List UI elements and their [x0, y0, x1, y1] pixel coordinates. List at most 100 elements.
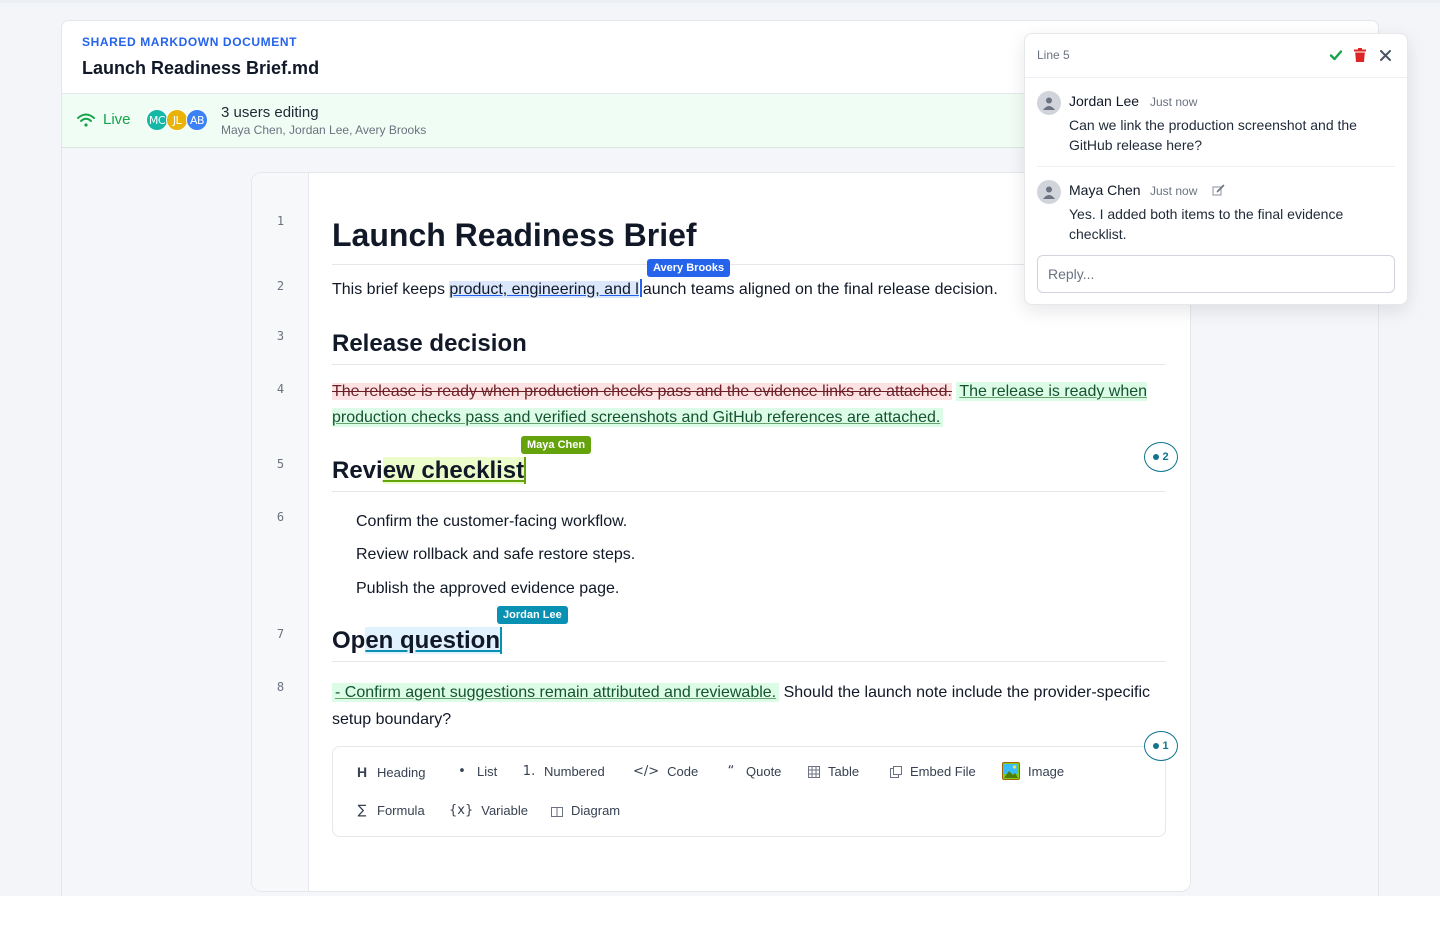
intro-text-before: This brief keeps [332, 281, 450, 298]
tool-label: Heading [377, 764, 426, 780]
code-button[interactable]: </> Code [633, 764, 698, 779]
quote-button[interactable]: “ Quote [724, 764, 782, 779]
numbered-list-button[interactable]: 1. Numbered [522, 764, 605, 779]
comment-text: Can we link the production screenshot an… [1069, 117, 1357, 153]
tool-label: Variable [481, 803, 528, 818]
heading-icon: H [356, 764, 368, 780]
variable-icon: {x} [449, 803, 474, 818]
bullet-icon: • [458, 764, 466, 779]
comment-thread-indicator[interactable]: 1 [1144, 731, 1178, 761]
cursor-label-jordan: Jordan Lee [497, 606, 568, 624]
avatar[interactable]: AB [186, 109, 208, 131]
wifi-icon [77, 113, 95, 127]
tool-label: Table [828, 764, 860, 779]
list-button[interactable]: • List [455, 764, 497, 779]
resolve-button[interactable] [1327, 46, 1345, 64]
tracked-change-paragraph[interactable]: The release is ready when production che… [332, 379, 1166, 431]
cursor-label-maya: Maya Chen [521, 436, 592, 454]
list-item[interactable]: Review rollback and safe restore steps. [356, 546, 635, 564]
heading-release-decision[interactable]: Release decision [332, 330, 1166, 365]
tool-label: List [477, 764, 498, 779]
collaborator-highlight: ew checklist [382, 457, 527, 484]
tool-label: Formula [377, 803, 425, 818]
trash-icon [1354, 48, 1366, 62]
table-icon [808, 765, 820, 778]
line-number: 6 [276, 510, 285, 524]
heading-text: Revi [332, 457, 383, 484]
document-title: Launch Readiness Brief.md [82, 58, 320, 78]
comment-item: Jordan Lee Just now Can we link the prod… [1037, 91, 1395, 153]
open-question-paragraph[interactable]: - Confirm agent suggestions remain attri… [332, 679, 1166, 733]
live-status: Live [77, 111, 131, 128]
collaborator-caret [639, 279, 642, 297]
comment-divider [1037, 166, 1395, 167]
tool-label: Code [667, 764, 699, 779]
check-icon [1329, 50, 1343, 61]
line-number: 1 [276, 214, 285, 228]
comment-count: 1 [1162, 740, 1169, 752]
comment-dot [1153, 454, 1160, 460]
close-button[interactable] [1376, 46, 1394, 64]
comment-time: Just now [1150, 184, 1198, 198]
formula-button[interactable]: ∑ Formula [355, 803, 425, 818]
document-kicker: SHARED MARKDOWN DOCUMENT [82, 35, 298, 49]
comment-dot [1153, 743, 1160, 749]
comment-count: 2 [1162, 451, 1169, 463]
formula-icon: ∑ [357, 803, 367, 818]
variable-button[interactable]: {x} Variable [449, 803, 528, 818]
tool-label: Image [1028, 763, 1065, 779]
line-number-gutter: 1 2 3 4 5 6 7 8 [252, 173, 309, 891]
comment-line-label: Line 5 [1037, 48, 1070, 62]
collaborator-selection: product, engineering, and l [449, 281, 639, 298]
comment-author: Maya Chen [1069, 182, 1141, 198]
embed-file-button[interactable]: Embed File [890, 764, 976, 779]
editing-names: Maya Chen, Jordan Lee, Avery Brooks [221, 123, 427, 137]
tool-label: Numbered [544, 764, 605, 779]
line-number: 2 [276, 279, 285, 293]
heading-button[interactable]: H Heading [355, 764, 426, 780]
deleted-text: The release is ready when production che… [332, 383, 952, 400]
list-item[interactable]: Confirm the customer-facing workflow. [356, 513, 627, 531]
user-icon [1037, 91, 1061, 115]
insert-toolbar: H Heading • List 1. Numbered </> Code “ … [332, 746, 1166, 837]
comment-popover: Line 5 Jordan Lee Just now Can we link t… [1024, 33, 1408, 305]
collaborator-highlight: en question [365, 627, 502, 654]
embed-icon [890, 765, 902, 778]
editing-count: 3 users editing [221, 104, 319, 121]
diagram-icon [551, 806, 563, 817]
comment-text: Yes. I added both items to the final evi… [1069, 206, 1344, 242]
heading-text: Op [332, 627, 366, 654]
image-icon [1002, 762, 1020, 780]
top-border [0, 0, 1440, 3]
tool-label: Quote [746, 764, 782, 779]
popover-header: Line 5 [1025, 34, 1407, 78]
comment-thread-indicator[interactable]: 2 [1144, 442, 1178, 472]
line-number: 5 [276, 457, 285, 471]
live-label: Live [103, 111, 131, 128]
image-button[interactable]: Image [1002, 762, 1064, 780]
table-button[interactable]: Table [808, 764, 859, 779]
close-icon [1379, 49, 1391, 61]
numbered-icon: 1. [522, 764, 536, 779]
comment-item: Maya Chen Just now Yes. I added both ite… [1037, 180, 1395, 242]
comment-time: Just now [1150, 95, 1198, 109]
avatar[interactable]: MC [146, 109, 168, 131]
line-number: 3 [276, 329, 285, 343]
intro-text-after: aunch teams aligned on the final release… [642, 281, 998, 298]
comment-author: Jordan Lee [1069, 93, 1140, 109]
line-number: 4 [276, 382, 285, 396]
line-number: 7 [276, 627, 285, 641]
tool-label: Embed File [910, 764, 976, 779]
heading-review-checklist[interactable]: Review checklist [332, 457, 1166, 492]
heading-open-question[interactable]: Open question [332, 627, 1166, 662]
edit-icon[interactable] [1212, 184, 1225, 197]
quote-icon: “ [727, 764, 735, 779]
inserted-text: - Confirm agent suggestions remain attri… [332, 683, 780, 702]
tool-label: Diagram [571, 803, 621, 818]
delete-thread-button[interactable] [1351, 46, 1369, 64]
avatar[interactable]: JL [166, 109, 188, 131]
diagram-button[interactable]: Diagram [551, 803, 620, 818]
reply-input[interactable] [1037, 255, 1395, 293]
list-item[interactable]: Publish the approved evidence page. [356, 580, 619, 598]
code-icon: </> [633, 764, 660, 779]
